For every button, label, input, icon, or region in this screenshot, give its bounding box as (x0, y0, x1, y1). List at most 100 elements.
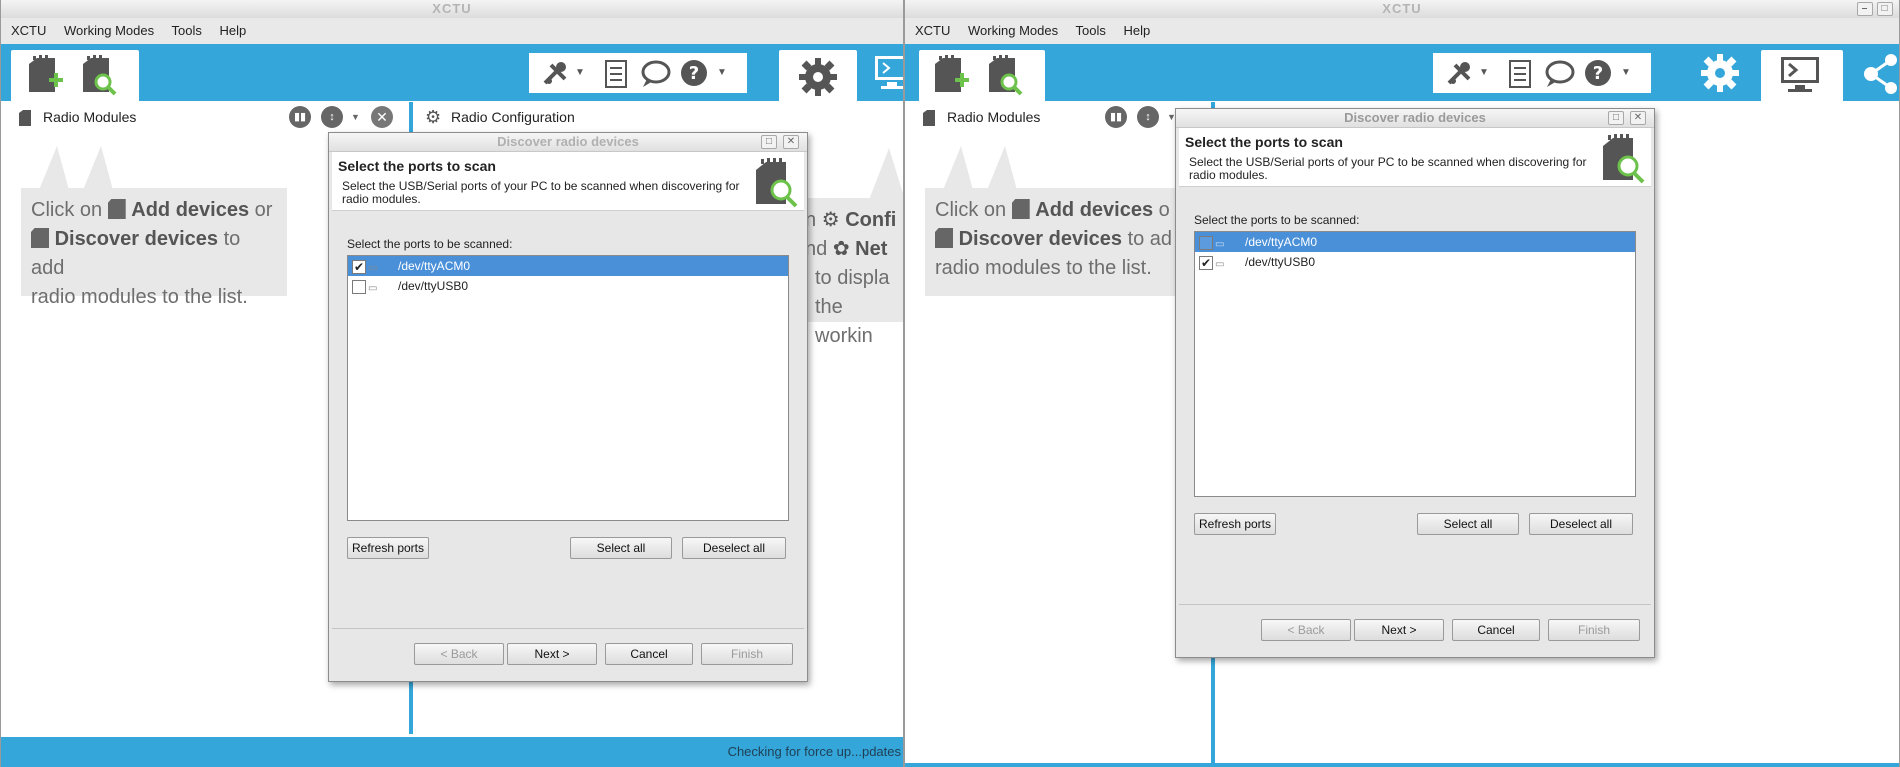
menu-tools[interactable]: Tools (1075, 23, 1105, 38)
menu-working-modes[interactable]: Working Modes (968, 23, 1058, 38)
svg-text:?: ? (689, 63, 699, 84)
columns-icon[interactable]: ▮▮ (1105, 106, 1127, 128)
gear-icon (799, 58, 837, 96)
hint-add-devices: Add devices (1035, 199, 1154, 221)
menu-working-modes[interactable]: Working Modes (64, 23, 154, 38)
ports-list[interactable]: ✔ ▭ /dev/ttyACM0 ▭ /dev/ttyUSB0 (347, 255, 789, 521)
svg-text:?: ? (1593, 63, 1603, 84)
select-all-button[interactable]: Select all (1417, 513, 1519, 535)
discover-devices-icon[interactable] (983, 54, 1027, 98)
window-title-text: XCTU (1382, 1, 1422, 16)
config-hint-l2b: Net (855, 238, 888, 260)
hint-add-icon (107, 199, 126, 219)
serial-port-icon: ▭ (368, 283, 378, 294)
port-name: /dev/ttyUSB0 (398, 279, 469, 293)
xctu-window-right: XCTU – □ XCTU Working Modes Tools Help ▼ (904, 0, 1900, 767)
console-mode-icon[interactable] (873, 54, 904, 92)
hint-line3: radio modules to the list. (935, 257, 1152, 279)
refresh-ports-button[interactable]: Refresh ports (1194, 513, 1276, 535)
hint-click-on: Click on (31, 199, 103, 221)
tools-dropdown-icon[interactable]: ▼ (1479, 67, 1489, 78)
hint-add-icon (1011, 199, 1030, 219)
hint-click-on: Click on (935, 199, 1007, 221)
console-mode-tab[interactable] (1761, 50, 1843, 101)
cancel-button[interactable]: Cancel (605, 643, 693, 665)
hint-to-add: to ad (1127, 228, 1173, 250)
port-row-usb0[interactable]: ▭ /dev/ttyUSB0 (348, 276, 788, 296)
ports-label: Select the ports to be scanned: (347, 237, 513, 251)
dialog-title: Discover radio devices □ ✕ (1176, 109, 1654, 128)
radio-module-icon (923, 110, 935, 126)
feedback-icon[interactable] (639, 59, 671, 89)
maximize-icon[interactable]: □ (1877, 2, 1893, 16)
radio-modules-header: Radio Modules ▮▮ ↕ ▼ (919, 103, 1219, 131)
select-all-button[interactable]: Select all (570, 537, 672, 559)
feedback-icon[interactable] (1543, 59, 1575, 89)
help-dropdown-icon[interactable]: ▼ (1621, 67, 1631, 78)
discover-devices-icon[interactable] (77, 54, 121, 98)
next-button[interactable]: Next > (1354, 619, 1444, 641)
hint-discover-icon (31, 228, 49, 248)
help-icon[interactable]: ? (679, 58, 709, 88)
back-button[interactable]: < Back (414, 643, 504, 665)
gear-icon[interactable] (1699, 52, 1741, 94)
add-device-icon[interactable] (929, 54, 973, 98)
finish-button[interactable]: Finish (701, 643, 793, 665)
radio-configuration-label: Radio Configuration (451, 109, 575, 125)
maximize-icon[interactable]: □ (761, 135, 777, 149)
ports-list[interactable]: ▭ /dev/ttyACM0 ✔ ▭ /dev/ttyUSB0 (1194, 231, 1636, 497)
menu-help[interactable]: Help (219, 23, 246, 38)
menu-tools[interactable]: Tools (171, 23, 201, 38)
minimize-icon[interactable]: – (1857, 2, 1873, 16)
finish-button[interactable]: Finish (1548, 619, 1640, 641)
port-checkbox[interactable] (1199, 236, 1213, 250)
deselect-all-button[interactable]: Deselect all (682, 537, 786, 559)
sort-icon[interactable]: ↕ (1137, 106, 1159, 128)
port-row-usb0[interactable]: ✔ ▭ /dev/ttyUSB0 (1195, 252, 1635, 272)
cancel-button[interactable]: Cancel (1452, 619, 1540, 641)
ports-label: Select the ports to be scanned: (1194, 213, 1360, 227)
menu-xctu[interactable]: XCTU (915, 23, 950, 38)
port-name: /dev/ttyUSB0 (1245, 255, 1316, 269)
next-button[interactable]: Next > (507, 643, 597, 665)
menu-help[interactable]: Help (1123, 23, 1150, 38)
port-checkbox[interactable]: ✔ (1199, 256, 1213, 270)
columns-icon[interactable]: ▮▮ (289, 106, 311, 128)
sort-icon[interactable]: ↕ (321, 106, 343, 128)
config-hint-l3: to displa (815, 267, 890, 289)
status-bar: Checking for force up...pdates (1, 737, 903, 767)
port-checkbox[interactable]: ✔ (352, 260, 366, 274)
port-row-acm0[interactable]: ▭ /dev/ttyACM0 (1195, 232, 1635, 252)
sort-dropdown-icon[interactable]: ▼ (351, 103, 360, 131)
menu-xctu[interactable]: XCTU (11, 23, 46, 38)
help-icon[interactable]: ? (1583, 58, 1613, 88)
add-device-icon[interactable] (23, 54, 67, 98)
configuration-mode-tab[interactable] (779, 50, 857, 101)
network-icon[interactable] (1859, 52, 1900, 96)
console-icon (1781, 57, 1819, 92)
tools-icon[interactable] (541, 59, 571, 89)
close-icon[interactable]: ✕ (783, 135, 799, 149)
add-devices-hint: Click on Add devices o Discover devices … (925, 188, 1195, 296)
hint-add-devices: Add devices (131, 199, 250, 221)
maximize-icon[interactable]: □ (1608, 111, 1624, 125)
frames-icon[interactable] (1507, 59, 1533, 89)
help-dropdown-icon[interactable]: ▼ (717, 67, 727, 78)
tools-dropdown-icon[interactable]: ▼ (575, 67, 585, 78)
dialog-separator (332, 628, 804, 629)
port-checkbox[interactable] (352, 280, 366, 294)
config-hint: n ⚙ Confi nd ✿ Net to displa the workin (801, 198, 903, 347)
dialog-title: Discover radio devices □ ✕ (329, 133, 807, 152)
remove-all-icon[interactable]: ✕ (371, 106, 393, 128)
frames-icon[interactable] (603, 59, 629, 89)
refresh-ports-button[interactable]: Refresh ports (347, 537, 429, 559)
config-gear-icon: ⚙ (425, 107, 442, 127)
menu-bar: XCTU Working Modes Tools Help (1, 18, 903, 44)
back-button[interactable]: < Back (1261, 619, 1351, 641)
dialog-heading: Select the ports to scan (338, 158, 496, 174)
dialog-heading: Select the ports to scan (1185, 134, 1343, 150)
deselect-all-button[interactable]: Deselect all (1529, 513, 1633, 535)
tools-icon[interactable] (1445, 59, 1475, 89)
close-icon[interactable]: ✕ (1630, 111, 1646, 125)
port-row-acm0[interactable]: ✔ ▭ /dev/ttyACM0 (348, 256, 788, 276)
